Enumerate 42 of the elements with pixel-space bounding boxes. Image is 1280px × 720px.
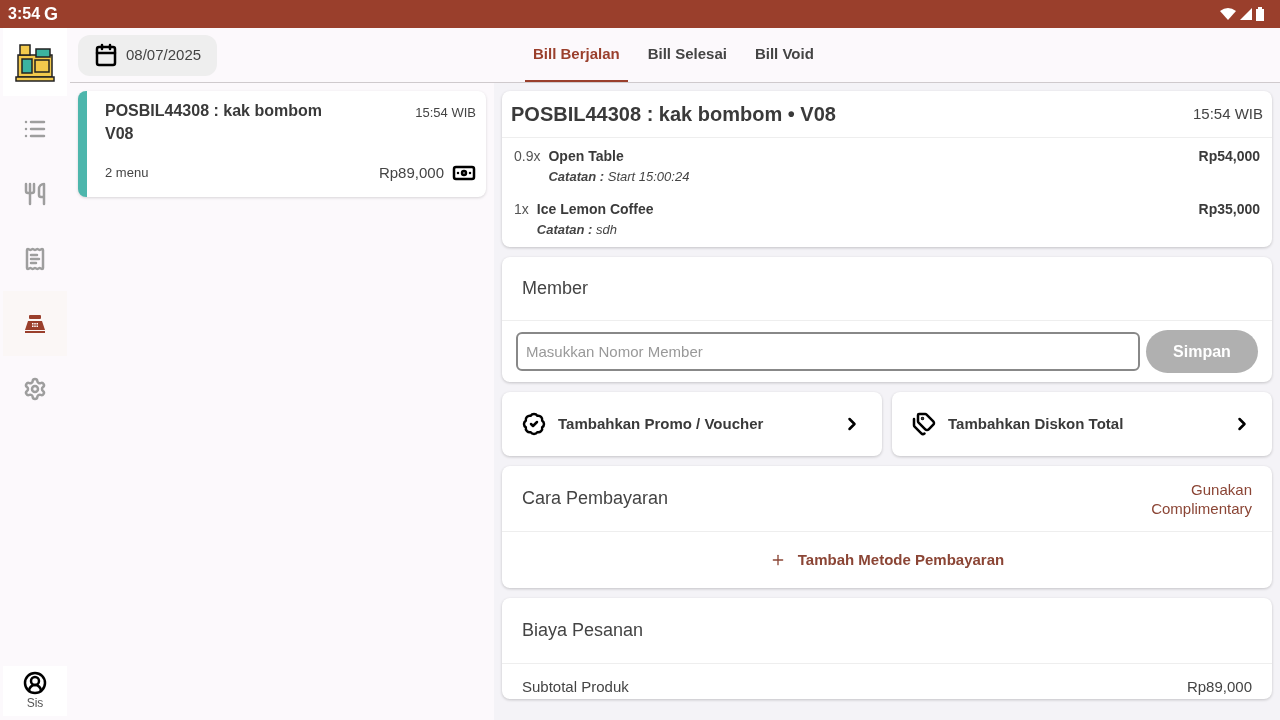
- user-icon: [23, 671, 47, 695]
- tab[interactable]: Bill Selesai: [639, 28, 735, 82]
- tab[interactable]: Bill Void: [746, 28, 822, 82]
- sidebar-item[interactable]: [3, 291, 67, 356]
- detail-title: POSBIL44308 : kak bombom • V08: [511, 102, 836, 127]
- action-button[interactable]: Tambahkan Promo / Voucher: [502, 392, 882, 456]
- item-price: Rp35,000: [1198, 199, 1260, 219]
- item-note: Catatan : sdh: [536, 220, 618, 239]
- item-price: Rp54,000: [1198, 147, 1260, 166]
- g-logo-text: G: [44, 3, 59, 26]
- tags-icon: [912, 412, 936, 436]
- bill-time: 15:54 WIB: [415, 104, 476, 122]
- item-quantity: 1x: [514, 199, 529, 219]
- payment-title: Cara Pembayaran: [522, 487, 669, 510]
- cutlery-icon: [23, 181, 47, 206]
- item-name: Ice Lemon Coffee: [536, 199, 654, 219]
- wifi-icon: [1220, 8, 1236, 20]
- item-name: Open Table: [548, 147, 625, 166]
- fees-title: Biaya Pesanan: [522, 619, 644, 642]
- date-button[interactable]: 08/07/2025: [78, 34, 218, 76]
- verified-badge-icon: [522, 412, 546, 436]
- item-quantity: 0.9x: [514, 147, 541, 166]
- signal-icon: [1240, 8, 1252, 20]
- add-payment-button[interactable]: Tambah Metode Pembayaran: [769, 548, 1005, 572]
- action-button[interactable]: Tambahkan Diskon Total: [892, 392, 1272, 456]
- settings-icon: [23, 376, 47, 401]
- battery-icon: [1256, 7, 1264, 21]
- menu-count: 2 menu: [105, 164, 149, 183]
- receipt-icon: [23, 246, 47, 271]
- bill-card[interactable]: POSBIL44308 : kak bombom V08 15:54 WIB 2 menu Rp89,000: [78, 91, 486, 197]
- fee-label: Subtotal Produk: [522, 677, 629, 697]
- user-button[interactable]: Sis: [3, 666, 67, 716]
- detail-time: 15:54 WIB: [1192, 103, 1263, 124]
- calendar-icon: [94, 43, 118, 67]
- member-title: Member: [522, 277, 588, 300]
- bill-total: Rp89,000: [378, 162, 444, 183]
- cash-register-logo: [14, 41, 56, 83]
- bill-title: POSBIL44308 : kak bombom V08: [105, 101, 323, 144]
- clock-text: 3:54: [8, 4, 41, 24]
- complimentary-link[interactable]: Gunakan Complimentary: [1151, 479, 1252, 518]
- fee-value: Rp89,000: [1186, 677, 1252, 697]
- item-note: Catatan : Start 15:00:24: [548, 168, 690, 186]
